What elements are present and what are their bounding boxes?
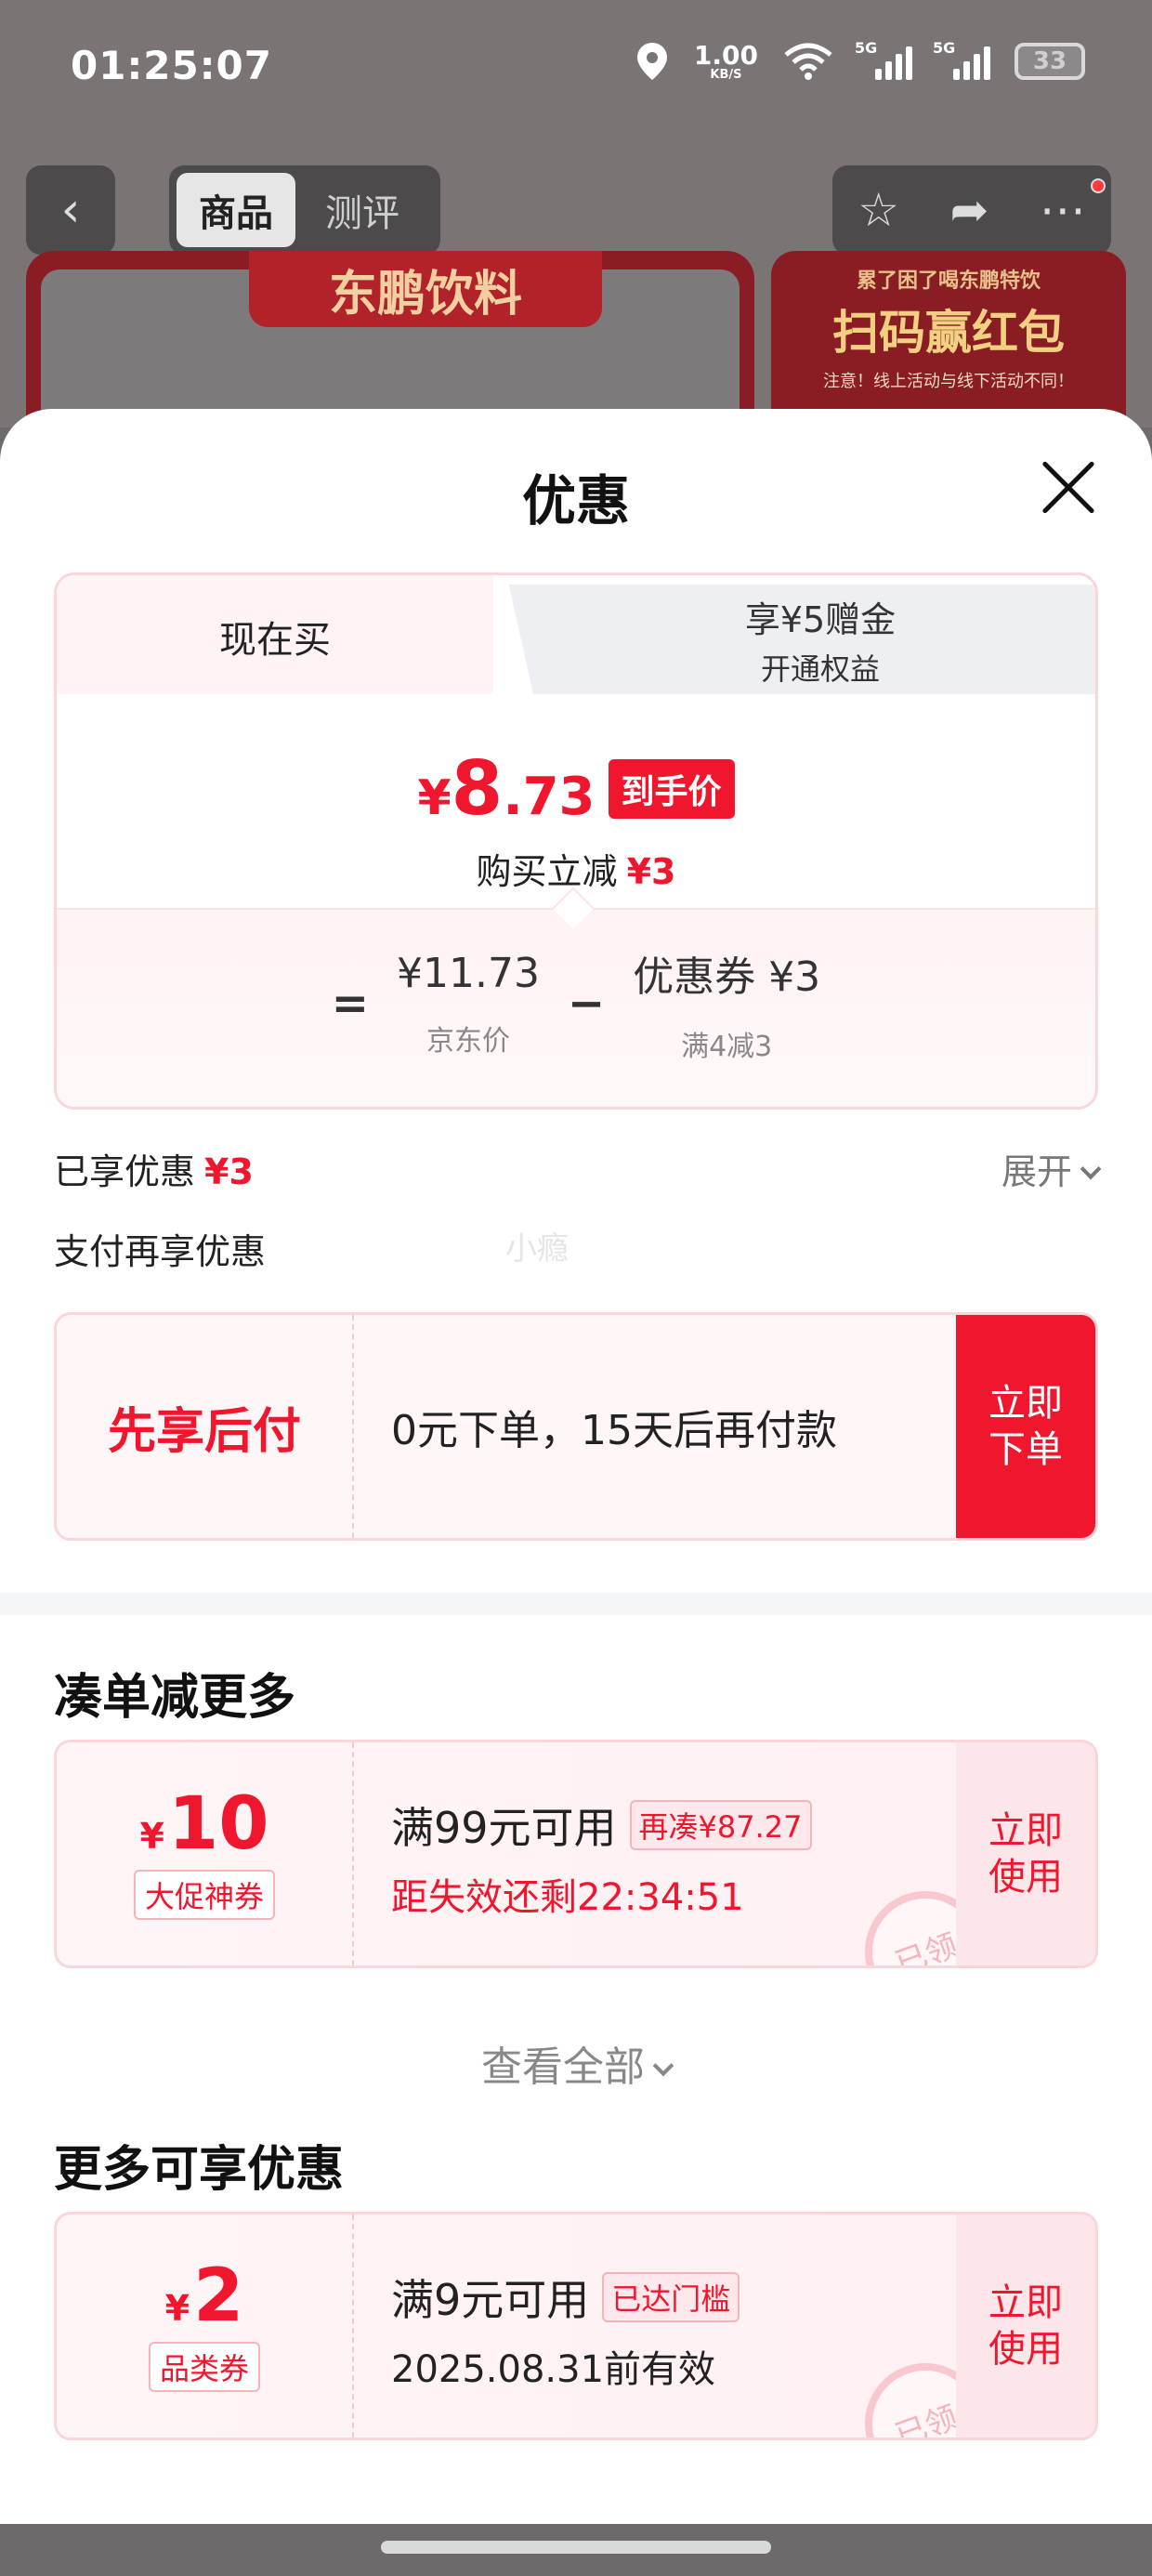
chevron-down-icon: [1080, 1158, 1102, 1180]
coupon-deduction-value: 优惠券 ¥3: [633, 953, 821, 1001]
tab-membership-line2: 开通权益: [760, 651, 880, 687]
coupon-value-area: ¥10 大促神券: [57, 1742, 354, 1965]
expand-button[interactable]: 展开: [1001, 1143, 1102, 1194]
product-tabs: 商品 测评: [169, 165, 440, 255]
bnpl-title: 先享后付: [57, 1315, 354, 1538]
coupon-condition: 满9元可用: [391, 2275, 590, 2325]
promo-banner-main: 扫码赢红包: [832, 306, 1065, 360]
reduce-amount: ¥3: [626, 851, 676, 892]
home-indicator-bar: [0, 2524, 1152, 2576]
coupon-countdown: 距失效还剩22:34:51: [391, 1876, 744, 1919]
location-icon: [636, 43, 667, 80]
more-icon[interactable]: ⋯: [1040, 183, 1086, 237]
coupon-kind: 大促神券: [133, 1870, 275, 1920]
equals-sign: =: [331, 978, 370, 1030]
section-more-title: 更多可享优惠: [54, 2142, 345, 2198]
coupon-kind: 品类券: [148, 2342, 260, 2392]
final-price: ¥8.73 到手价: [57, 752, 1095, 826]
final-price-tag: 到手价: [608, 759, 735, 819]
coupon-value-area: ¥2 品类券: [57, 2215, 354, 2438]
section-bundle-title: 凑单减更多: [54, 1670, 296, 1726]
coupon-condition-row: 满9元可用 已达门槛: [391, 2267, 740, 2328]
brand-banner-title: 东鹏饮料: [249, 251, 602, 327]
tab-buy-now[interactable]: 现在买: [57, 575, 493, 698]
sheet-title: 优惠: [521, 469, 630, 532]
bnpl-card: 先享后付 0元下单，15天后再付款 立即下单: [54, 1312, 1098, 1541]
use-now-button[interactable]: 立即使用: [956, 1742, 1095, 1965]
bnpl-description: 0元下单，15天后再付款: [391, 1407, 837, 1454]
notification-dot: [1091, 178, 1106, 193]
price-card: 享¥5赠金 开通权益 现在买 ¥8.73 到手价 购买立减 ¥3 = ¥11.73: [54, 572, 1098, 1110]
signal-icon-2: 5G: [933, 39, 990, 80]
price-breakdown: ¥8.73 到手价 购买立减 ¥3 = ¥11.73 京东价 − 优惠券 ¥3 满…: [57, 694, 1095, 1107]
tab-membership-line1: 享¥5赠金: [744, 598, 897, 640]
coupon-value: ¥10: [139, 1782, 269, 1866]
price-calculation: = ¥11.73 京东价 − 优惠券 ¥3 满4减3: [57, 943, 1095, 1064]
coupon-condition-row: 满99元可用 再凑¥87.27: [391, 1794, 812, 1856]
home-indicator[interactable]: [381, 2541, 771, 2554]
reduce-label: 购买立减: [476, 851, 618, 892]
jd-price-value: ¥11.73: [397, 949, 540, 997]
final-price-amount: ¥8.73: [417, 745, 596, 832]
jd-price: ¥11.73 京东价: [397, 950, 540, 1058]
back-button[interactable]: ‹: [26, 165, 115, 255]
promo-banner-top: 累了困了喝东鹏特饮: [856, 269, 1041, 293]
enjoyed-label: 已享优惠: [54, 1151, 196, 1192]
promo-banner-note: 注意！线上活动与线下活动不同！: [823, 372, 1074, 391]
status-bar: 01:25:07 1.00 KB/S 5G 5G 33: [0, 0, 1152, 139]
coupon-deduction: 优惠券 ¥3 满4减3: [633, 943, 820, 1064]
pay-more-label: 支付再享优惠: [54, 1231, 267, 1272]
watermark: 小瘾: [505, 1230, 569, 1268]
coupon-validity: 2025.08.31前有效: [391, 2348, 716, 2391]
close-icon[interactable]: [1039, 457, 1098, 517]
tab-membership[interactable]: 享¥5赠金 开通权益: [508, 585, 1095, 694]
coupon-card-promo: ¥10 大促神券 满99元可用 再凑¥87.27 距失效还剩22:34:51 已…: [54, 1740, 1098, 1968]
coupon-info: 满9元可用 已达门槛 2025.08.31前有效: [391, 2267, 740, 2393]
coupon-card-category: ¥2 品类券 满9元可用 已达门槛 2025.08.31前有效 已领 立即使用: [54, 2212, 1098, 2440]
net-speed: 1.00 KB/S: [693, 39, 758, 82]
coupon-info: 满99元可用 再凑¥87.27 距失效还剩22:34:51: [391, 1794, 812, 1921]
coupon-chip: 已达门槛: [602, 2272, 740, 2322]
enjoyed-amount: ¥3: [204, 1151, 254, 1192]
coupon-chip: 再凑¥87.27: [629, 1800, 812, 1850]
jd-price-label: 京东价: [426, 1024, 510, 1058]
discount-sheet: 优惠 享¥5赠金 开通权益 现在买 ¥8.73 到手价 购买立减 ¥3 = ¥1…: [0, 409, 1152, 2576]
wifi-icon: [784, 43, 832, 80]
chevron-down-icon: [652, 2055, 674, 2077]
coupon-condition: 满99元可用: [391, 1803, 617, 1853]
signal-icon-1: 5G: [855, 39, 912, 80]
status-icons: 1.00 KB/S 5G 5G 33: [635, 39, 1085, 82]
battery-icon: 33: [1015, 43, 1085, 80]
tab-goods[interactable]: 商品: [177, 173, 295, 247]
coupon-deduction-label: 满4减3: [681, 1031, 773, 1063]
top-right-tools: ☆ ➦ ⋯: [832, 165, 1111, 255]
tab-review[interactable]: 测评: [303, 173, 422, 247]
share-icon[interactable]: ➦: [949, 183, 988, 237]
chevron-left-icon: ‹: [60, 182, 81, 238]
status-time: 01:25:07: [71, 43, 272, 88]
section-divider: [0, 1593, 1152, 1615]
enjoyed-discount: 已享优惠 ¥3: [54, 1143, 254, 1194]
minus-sign: −: [567, 978, 606, 1030]
order-now-button[interactable]: 立即下单: [956, 1315, 1095, 1538]
purchase-reduce: 购买立减 ¥3: [57, 843, 1095, 894]
view-all-button[interactable]: 查看全部: [0, 2033, 1152, 2093]
coupon-value: ¥2: [164, 2254, 244, 2338]
star-icon[interactable]: ☆: [857, 183, 899, 237]
use-now-button[interactable]: 立即使用: [956, 2215, 1095, 2438]
